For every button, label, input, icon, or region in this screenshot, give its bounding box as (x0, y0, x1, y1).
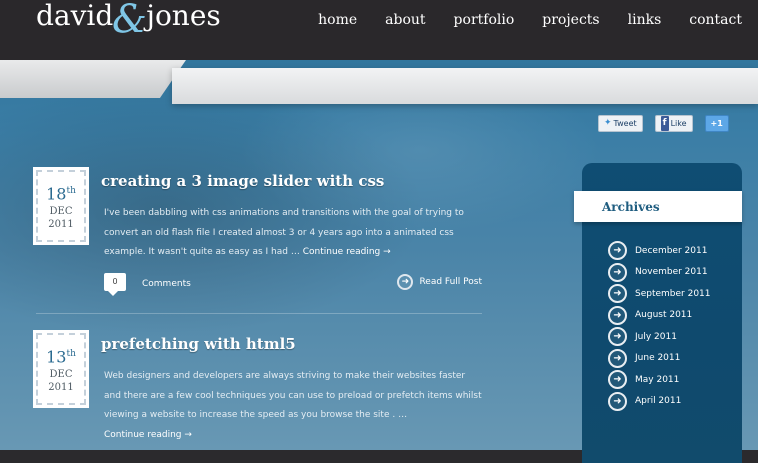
nav-contact[interactable]: contact (689, 8, 742, 32)
archive-item[interactable]: ➜ July 2011 (608, 326, 742, 348)
post-day: 18 (46, 184, 67, 204)
circle-arrow-icon: ➜ (397, 274, 414, 290)
post-month: DEC (49, 206, 73, 218)
logo-first: david (36, 0, 114, 32)
archive-item-label: May 2011 (635, 374, 680, 385)
comment-count-bubble[interactable]: 0 (104, 273, 126, 296)
tweet-button[interactable]: ✦ Tweet (598, 114, 643, 132)
continue-reading-label: Continue reading (302, 247, 381, 257)
post-month: DEC (49, 369, 73, 381)
post-year: 2011 (48, 382, 74, 394)
post-excerpt-text: I've been dabbling with css animations a… (104, 208, 464, 257)
archive-item[interactable]: ➜ April 2011 (608, 391, 742, 413)
logo-last: jones (146, 0, 221, 32)
post-excerpt: Web designers and developers are always … (104, 367, 484, 445)
blog-post: 13th DEC 2011 prefetching with html5 Web… (33, 330, 484, 450)
nav-projects[interactable]: projects (542, 8, 599, 32)
nav-home[interactable]: home (318, 8, 357, 32)
post-divider (36, 313, 482, 314)
nav-portfolio[interactable]: portfolio (454, 8, 515, 32)
social-buttons: ✦ Tweet f Like +1 (580, 110, 758, 136)
tweet-label: Tweet (613, 118, 637, 128)
post-day-suffix: th (66, 186, 76, 196)
continue-reading-label: Continue reading (104, 429, 182, 440)
archive-item[interactable]: ➜ December 2011 (608, 240, 742, 262)
archive-item[interactable]: ➜ August 2011 (608, 305, 742, 327)
circle-arrow-icon: ➜ (608, 348, 627, 368)
post-year: 2011 (48, 219, 74, 231)
post-excerpt-text: Web designers and developers are always … (104, 371, 482, 420)
circle-arrow-icon: ➜ (608, 370, 627, 390)
circle-arrow-icon: ➜ (608, 327, 627, 347)
facebook-like-button[interactable]: f Like (654, 114, 693, 132)
circle-arrow-icon: ➜ (608, 305, 627, 325)
blog-post: 18th DEC 2011 creating a 3 image slider … (33, 167, 484, 310)
archive-item[interactable]: ➜ June 2011 (608, 348, 742, 370)
comments-link[interactable]: Comments (142, 277, 191, 291)
twitter-bird-icon: ✦ (604, 117, 612, 128)
google-plus-one-button[interactable]: +1 (704, 114, 729, 132)
archive-item-label: September 2011 (635, 288, 711, 299)
post-date-badge: 18th DEC 2011 (33, 167, 89, 245)
archive-item[interactable]: ➜ May 2011 (608, 369, 742, 391)
circle-arrow-icon: ➜ (608, 241, 627, 261)
like-label: Like (670, 118, 687, 128)
circle-arrow-icon: ➜ (608, 262, 627, 282)
logo-ampersand: & (112, 0, 148, 43)
post-day: 13 (46, 347, 67, 367)
post-title-link[interactable]: prefetching with html5 (101, 333, 296, 355)
site-logo[interactable]: david&jones (36, 0, 221, 42)
continue-reading-link[interactable]: Continue reading → (104, 430, 192, 440)
main-nav: home about portfolio projects links cont… (318, 8, 742, 32)
arrow-right-icon: → (184, 429, 192, 440)
continue-reading-link[interactable]: Continue reading → (303, 247, 391, 257)
archive-item[interactable]: ➜ September 2011 (608, 283, 742, 305)
post-day-suffix: th (66, 349, 76, 359)
header-ribbon-right (172, 68, 758, 104)
archive-item-label: December 2011 (635, 245, 708, 256)
archives-list: ➜ December 2011 ➜ November 2011 ➜ September… (608, 240, 742, 412)
post-title-link[interactable]: creating a 3 image slider with css (101, 170, 384, 192)
archive-item[interactable]: ➜ November 2011 (608, 262, 742, 284)
circle-arrow-icon: ➜ (608, 391, 627, 411)
circle-arrow-icon: ➜ (608, 284, 627, 304)
post-meta: 0 Comments ➜ Read Full Post (104, 271, 482, 297)
facebook-icon: f (660, 115, 669, 131)
nav-links[interactable]: links (628, 8, 662, 32)
post-date-badge: 13th DEC 2011 (33, 330, 89, 408)
archive-item-label: June 2011 (635, 353, 681, 364)
archive-item-label: July 2011 (635, 331, 677, 342)
read-full-post-link[interactable]: ➜ Read Full Post (397, 272, 482, 292)
archive-item-label: November 2011 (635, 267, 708, 278)
archive-item-label: August 2011 (635, 310, 693, 321)
plus-one-label: +1 (710, 118, 723, 128)
site-header: david&jones home about portfolio project… (0, 0, 758, 60)
arrow-right-icon: → (383, 247, 391, 257)
archives-title: Archives (602, 200, 660, 214)
nav-about[interactable]: about (385, 8, 425, 32)
header-ribbon-left (0, 60, 186, 98)
read-full-post-label: Read Full Post (419, 277, 482, 287)
archive-item-label: April 2011 (635, 396, 682, 407)
post-excerpt: I've been dabbling with css animations a… (104, 204, 484, 263)
